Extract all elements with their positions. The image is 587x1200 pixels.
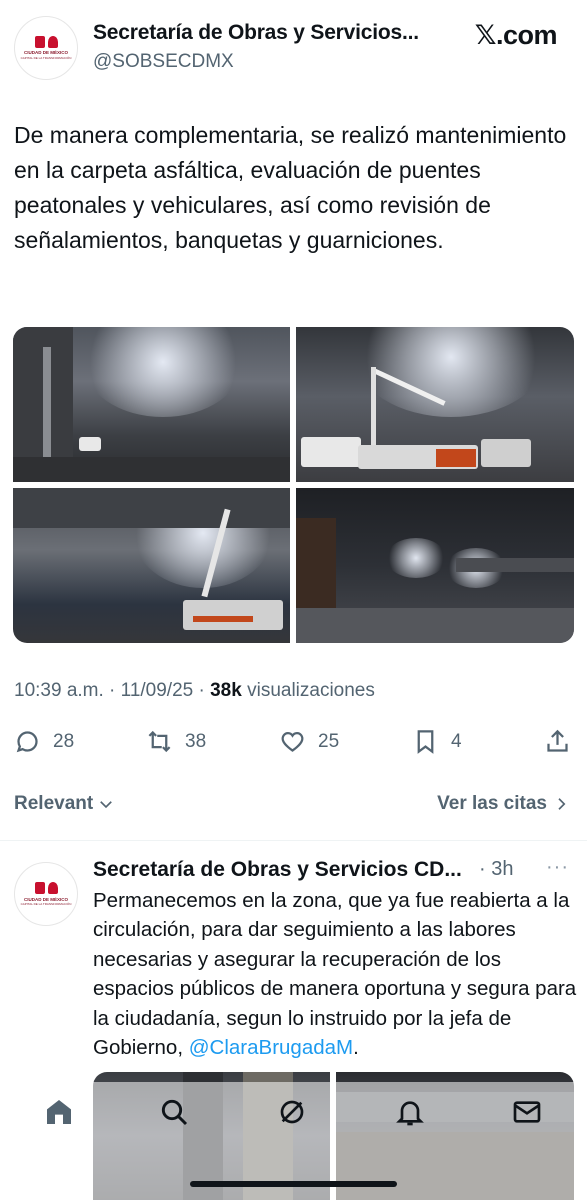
more-options-icon[interactable]: ··· bbox=[546, 856, 569, 879]
tweet-media-grid bbox=[13, 327, 574, 643]
views-label: visualizaciones bbox=[241, 680, 375, 701]
tweet-text: De manera complementaria, se realizó man… bbox=[14, 122, 567, 253]
mention-link[interactable]: @ClaraBrugadaM bbox=[189, 1036, 353, 1059]
photo-night-street[interactable] bbox=[296, 488, 574, 643]
reply-account-name[interactable]: Secretaría de Obras y Servicios CD... bbox=[93, 858, 462, 882]
share-button[interactable] bbox=[544, 728, 571, 755]
reply-text: Permanecemos en la zona, que ya fue reab… bbox=[93, 886, 578, 1062]
views-count: 38k bbox=[210, 680, 242, 701]
bookmark-button[interactable]: 4 bbox=[412, 728, 462, 755]
account-name[interactable]: Secretaría de Obras y Servicios... bbox=[93, 21, 419, 45]
photo-overpass-street[interactable] bbox=[13, 327, 290, 482]
like-button[interactable]: 25 bbox=[279, 728, 339, 755]
divider bbox=[0, 840, 587, 841]
repost-button[interactable]: 38 bbox=[146, 728, 206, 755]
bookmark-count: 4 bbox=[451, 730, 462, 752]
view-quotes-link[interactable]: Ver las citas bbox=[437, 793, 569, 815]
cdmx-logo-icon bbox=[34, 882, 58, 894]
search-icon[interactable] bbox=[158, 1096, 190, 1128]
share-icon bbox=[547, 729, 568, 752]
reply-button[interactable]: 28 bbox=[14, 728, 74, 755]
reply-avatar[interactable]: CIUDAD DE MÉXICO CAPITAL DE LA TRANSFORM… bbox=[14, 862, 78, 926]
site-logo: 𝕏.com bbox=[474, 20, 558, 50]
reply-text-end: . bbox=[353, 1036, 359, 1060]
bookmark-icon bbox=[417, 730, 434, 754]
grok-icon[interactable] bbox=[276, 1096, 308, 1128]
like-count: 25 bbox=[318, 730, 340, 752]
account-handle[interactable]: @SOBSECDMX bbox=[93, 51, 234, 73]
reply-time: · 3h bbox=[479, 858, 514, 880]
chevron-right-icon bbox=[558, 798, 566, 810]
repost-icon bbox=[148, 730, 171, 753]
cdmx-logo-icon bbox=[34, 36, 58, 49]
sort-label: Relevant bbox=[14, 793, 94, 814]
photo-crane-under-bridge[interactable] bbox=[13, 488, 290, 643]
tweet-actions: 28 38 25 4 bbox=[14, 728, 574, 760]
heart-icon bbox=[281, 731, 304, 752]
tweet-header: CIUDAD DE MÉXICO CAPITAL DE LA TRANSFORM… bbox=[0, 0, 587, 100]
home-indicator bbox=[190, 1181, 397, 1187]
sort-dropdown[interactable]: Relevant bbox=[14, 793, 115, 815]
reply-icon bbox=[16, 731, 38, 753]
photo-crane-trucks[interactable] bbox=[296, 327, 574, 482]
avatar-logo-subtext: CAPITAL DE LA TRANSFORMACIÓN bbox=[20, 55, 72, 60]
account-avatar[interactable]: CIUDAD DE MÉXICO CAPITAL DE LA TRANSFORM… bbox=[14, 16, 78, 80]
tweet-time: 10:39 a.m. · 11/09/25 · bbox=[14, 680, 211, 701]
notifications-icon[interactable] bbox=[394, 1096, 426, 1128]
reply-count: 28 bbox=[53, 730, 75, 752]
view-quotes-label: Ver las citas bbox=[437, 793, 547, 814]
home-icon[interactable] bbox=[43, 1096, 75, 1128]
reply-text-body: Permanecemos en la zona, que ya fue reab… bbox=[93, 889, 577, 1060]
messages-icon[interactable] bbox=[511, 1096, 543, 1128]
reply-avatar-logo-subtext: CAPITAL DE LA TRANSFORMACIÓN bbox=[20, 902, 72, 906]
repost-count: 38 bbox=[185, 730, 207, 752]
tweet-timestamp: 10:39 a.m. · 11/09/25 · 38k visualizacio… bbox=[14, 680, 375, 702]
chevron-down-icon bbox=[100, 801, 113, 809]
